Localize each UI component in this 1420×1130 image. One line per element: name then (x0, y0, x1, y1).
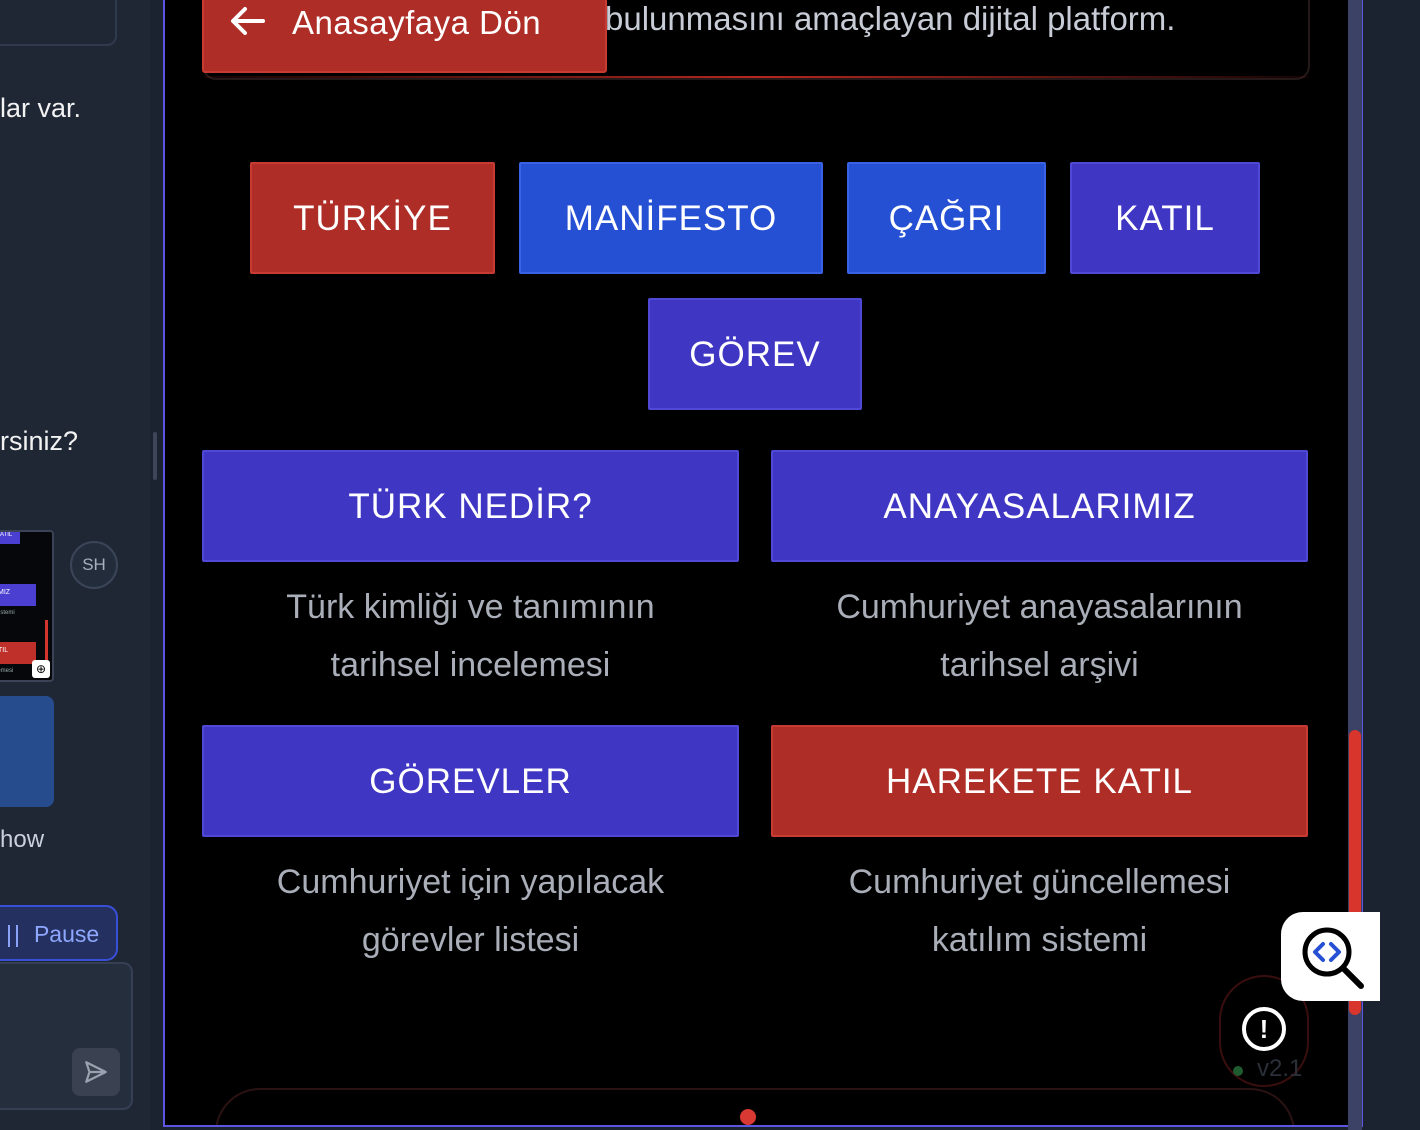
turk-nedir-button[interactable]: TÜRK NEDİR? (202, 450, 739, 562)
harekete-katil-description: Cumhuriyet güncellemesi katılım sistemi (771, 853, 1308, 969)
nav-katil-button[interactable]: KATIL (1070, 162, 1260, 274)
thumb-label: TIL (0, 642, 36, 664)
back-home-label: Anasayfaya Dön (292, 4, 542, 41)
turk-nedir-description: Türk kimliği ve tanımının tarihsel incel… (202, 578, 739, 694)
resize-handle[interactable] (153, 432, 157, 480)
bottom-nav-bar (215, 1088, 1295, 1125)
chat-message-fragment: rsiniz? (0, 426, 79, 456)
nav-manifesto-button[interactable]: MANİFESTO (519, 162, 823, 274)
description-line: tarihsel arşivi (940, 646, 1139, 684)
zoom-icon[interactable]: ⊕ (32, 660, 50, 678)
send-button[interactable] (72, 1048, 120, 1096)
description-line: Türk kimliği ve tanımının (286, 588, 655, 626)
gorevler-button[interactable]: GÖREVLER (202, 725, 739, 837)
description-line: Cumhuriyet anayasalarının (836, 588, 1243, 626)
nav-gorev-button[interactable]: GÖREV (648, 298, 862, 410)
version-label: v2.1 (1257, 1055, 1303, 1082)
thumb-scrollbar (45, 620, 48, 660)
harekete-katil-button[interactable]: HAREKETE KATIL (771, 725, 1308, 837)
chat-message-card (0, 0, 117, 46)
description-line: tarihsel incelemesi (330, 646, 611, 684)
status-dot (740, 1109, 756, 1125)
nav-turkiye-button[interactable]: TÜRKİYE (250, 162, 495, 274)
chat-sidebar: lar var. rsiniz? KATIL MIZ sistemi TIL l… (0, 0, 150, 1130)
window-edge (1378, 0, 1420, 1130)
status-dot (1233, 1066, 1243, 1076)
code-inspect-button[interactable] (1281, 912, 1380, 1001)
thumb-label: sistemi (0, 610, 15, 616)
chat-message-fragment: lar var. (0, 93, 82, 123)
description-line: görevler listesi (361, 921, 580, 959)
gorevler-description: Cumhuriyet için yapılacak görevler liste… (202, 853, 739, 969)
description-line: Cumhuriyet için yapılacak (276, 863, 665, 901)
pause-button[interactable]: || Pause (0, 905, 118, 961)
description-line: Cumhuriyet güncellemesi (848, 863, 1231, 901)
anayasalarimiz-button[interactable]: ANAYASALARIMIZ (771, 450, 1308, 562)
arrow-left-icon (230, 6, 266, 44)
code-search-icon (1302, 927, 1364, 989)
pause-label: Pause (33, 921, 100, 947)
description-line: katılım sistemi (931, 921, 1148, 959)
avatar: SH (70, 541, 118, 589)
version-badge: v2.1 (1215, 1045, 1315, 1085)
screenshot-thumbnail[interactable]: KATIL MIZ sistemi TIL lemesi ⊕ (0, 530, 54, 682)
back-home-button[interactable]: Anasayfaya Dön (202, 0, 607, 73)
nav-cagri-button[interactable]: ÇAĞRI (847, 162, 1046, 274)
site-preview: bulunmasını amaçlayan dijital platform. … (163, 0, 1363, 1127)
thumb-label: lemesi (0, 668, 14, 674)
anayasalarimiz-description: Cumhuriyet anayasalarının tarihsel arşiv… (771, 578, 1308, 694)
show-link[interactable]: how (0, 826, 44, 854)
pause-icon: || (6, 921, 22, 947)
send-icon (85, 1061, 107, 1083)
thumb-label: MIZ (0, 584, 36, 606)
thumb-label: KATIL (0, 532, 20, 544)
intro-text: bulunmasını amaçlayan dijital platform. (605, 0, 1176, 37)
attachment-card[interactable] (0, 696, 54, 807)
